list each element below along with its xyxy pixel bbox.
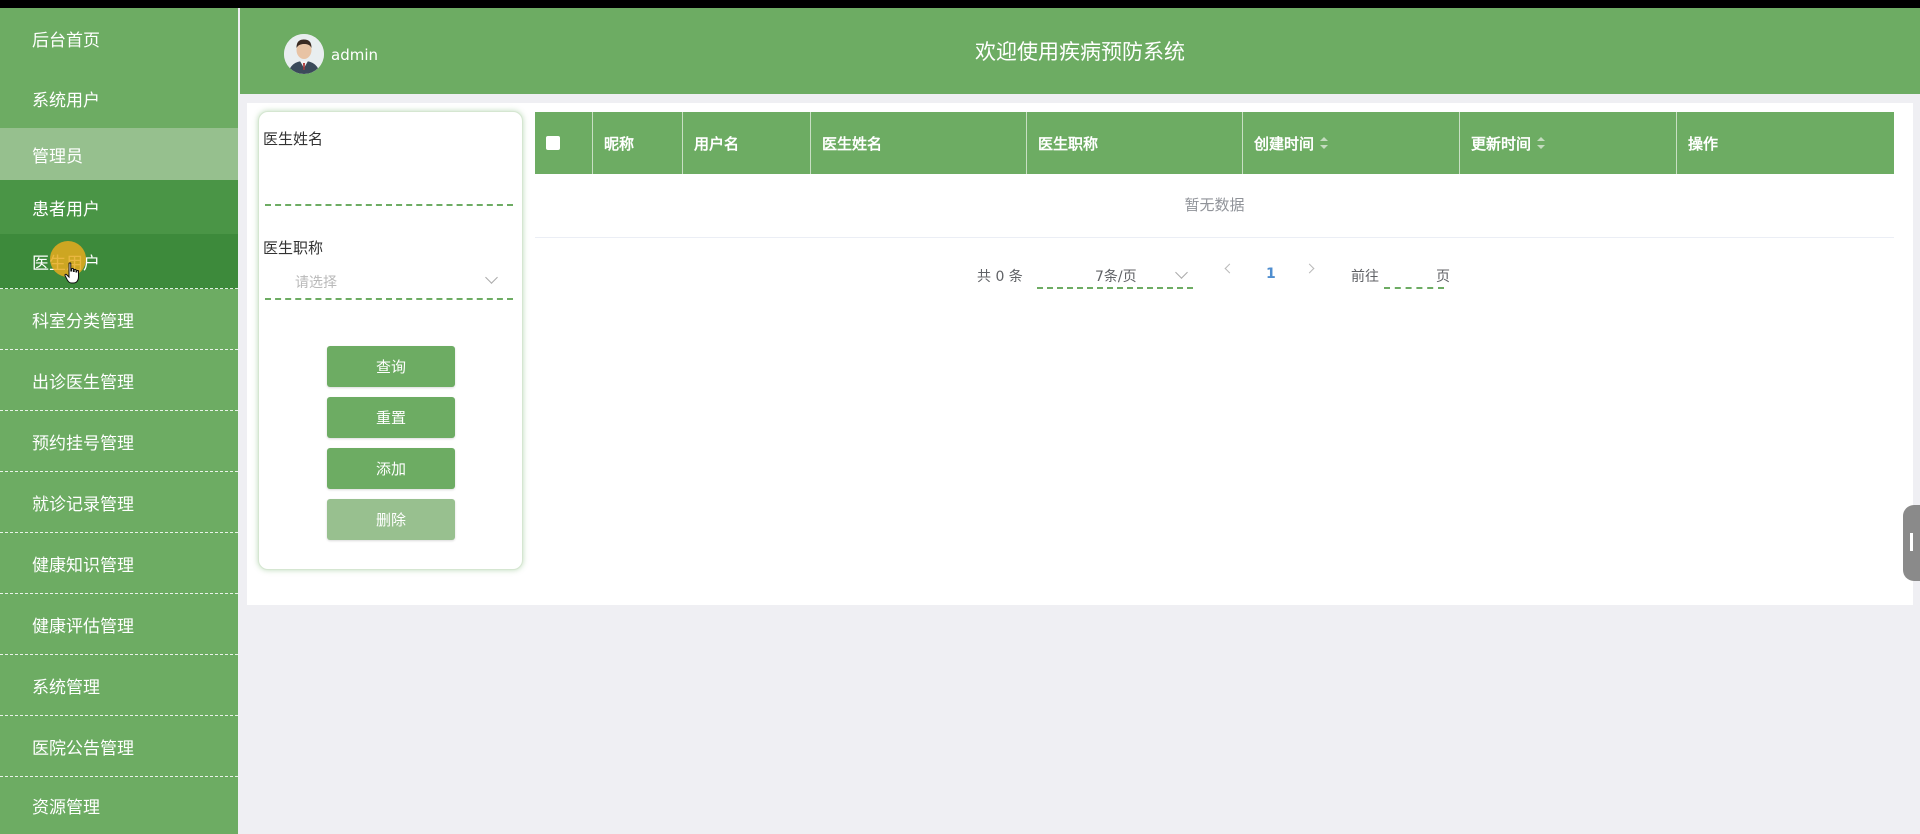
sidebar-item-label: 健康知识管理 [32, 555, 134, 576]
sidebar-item-visit-records[interactable]: 就诊记录管理 [0, 472, 238, 533]
sidebar-item-label: 出诊医生管理 [32, 372, 134, 393]
sort-icon[interactable] [1537, 137, 1546, 149]
sidebar-item-admin[interactable]: 管理员 [0, 128, 238, 180]
reset-button[interactable]: 重置 [327, 397, 455, 438]
column-nickname: 昵称 [593, 112, 683, 174]
page-suffix: 页 [1436, 269, 1450, 285]
doctor-title-label: 医生职称 [263, 239, 324, 257]
hand-cursor-icon [64, 262, 79, 284]
table-header: 昵称 用户名 医生姓名 医生职称 创建时间 更新时间 操作 [535, 112, 1894, 174]
doctor-name-input[interactable] [265, 166, 513, 206]
column-updated-at[interactable]: 更新时间 [1460, 112, 1677, 174]
column-label: 用户名 [694, 134, 740, 153]
select-all-checkbox[interactable] [546, 136, 560, 150]
empty-state: 暂无数据 [535, 174, 1894, 238]
column-actions: 操作 [1677, 112, 1894, 174]
sidebar-item-label: 医院公告管理 [32, 738, 134, 759]
sidebar-item-system-management[interactable]: 系统管理 [0, 655, 238, 716]
sidebar-item-health-assessment[interactable]: 健康评估管理 [0, 594, 238, 655]
column-username: 用户名 [683, 112, 811, 174]
top-header: admin 欢迎使用疾病预防系统 [240, 8, 1920, 94]
add-button[interactable]: 添加 [327, 448, 455, 489]
sidebar: 后台首页 系统用户 管理员 患者用户 医生用户 科室分类管理 出诊医生管理 预约… [0, 8, 238, 834]
column-label: 医生姓名 [822, 134, 883, 153]
side-drawer-handle[interactable] [1903, 505, 1920, 581]
column-doctor-name: 医生姓名 [811, 112, 1027, 174]
sidebar-item-announcements[interactable]: 医院公告管理 [0, 716, 238, 777]
column-label: 医生职称 [1038, 134, 1099, 153]
search-panel: 医生姓名 医生职称 请选择 查询 重置 添加 删除 [258, 111, 523, 570]
sidebar-item-home[interactable]: 后台首页 [0, 8, 238, 68]
sidebar-item-appointments[interactable]: 预约挂号管理 [0, 411, 238, 472]
sidebar-item-label: 预约挂号管理 [32, 433, 134, 454]
page-size-select[interactable]: 7条/页 [1037, 259, 1193, 289]
prev-page-icon[interactable] [1224, 263, 1235, 274]
app-root: 后台首页 系统用户 管理员 患者用户 医生用户 科室分类管理 出诊医生管理 预约… [0, 8, 1920, 834]
sidebar-item-patient-users[interactable]: 患者用户 [0, 180, 238, 234]
pagination-total: 共 0 条 [977, 269, 1023, 285]
select-all-cell [535, 112, 593, 174]
column-label: 昵称 [604, 134, 635, 153]
sidebar-item-label: 资源管理 [32, 798, 100, 818]
sidebar-item-label: 就诊记录管理 [32, 494, 134, 515]
chevron-down-icon [485, 271, 498, 284]
grip-icon [1910, 533, 1913, 551]
sidebar-item-label: 科室分类管理 [32, 311, 134, 332]
query-button[interactable]: 查询 [327, 346, 455, 387]
sort-icon[interactable] [1320, 137, 1329, 149]
sidebar-item-department[interactable]: 科室分类管理 [0, 289, 238, 350]
sidebar-item-label: 系统用户 [32, 90, 100, 111]
sidebar-item-resources[interactable]: 资源管理 [0, 777, 238, 834]
sidebar-item-health-knowledge[interactable]: 健康知识管理 [0, 533, 238, 594]
column-label: 操作 [1688, 134, 1719, 153]
sidebar-item-visiting-doctors[interactable]: 出诊医生管理 [0, 350, 238, 411]
sidebar-item-doctor-users[interactable]: 医生用户 [0, 234, 238, 289]
sidebar-item-label: 管理员 [32, 146, 83, 167]
goto-page-input[interactable] [1384, 259, 1444, 289]
delete-button[interactable]: 删除 [327, 499, 455, 540]
current-page[interactable]: 1 [1266, 266, 1276, 282]
sidebar-item-label: 系统管理 [32, 677, 100, 698]
sidebar-item-system-users[interactable]: 系统用户 [0, 68, 238, 128]
chevron-down-icon [1175, 266, 1188, 279]
column-created-at[interactable]: 创建时间 [1243, 112, 1460, 174]
doctor-name-label: 医生姓名 [263, 130, 324, 148]
column-label: 更新时间 [1471, 134, 1532, 153]
column-doctor-title: 医生职称 [1027, 112, 1243, 174]
sidebar-item-label: 后台首页 [32, 30, 100, 51]
doctor-title-select[interactable]: 请选择 [265, 260, 513, 300]
goto-label: 前往 [1351, 269, 1379, 285]
select-placeholder: 请选择 [295, 275, 337, 291]
page-size-value: 7条/页 [1095, 269, 1137, 285]
next-page-icon[interactable] [1304, 263, 1315, 274]
column-label: 创建时间 [1254, 134, 1315, 153]
sidebar-item-label: 患者用户 [32, 199, 100, 220]
page-title: 欢迎使用疾病预防系统 [975, 40, 1185, 64]
main-content: 医生姓名 医生职称 请选择 查询 重置 添加 删除 昵称 用户名 医生姓名 医生… [247, 103, 1913, 605]
sidebar-item-label: 健康评估管理 [32, 616, 134, 637]
